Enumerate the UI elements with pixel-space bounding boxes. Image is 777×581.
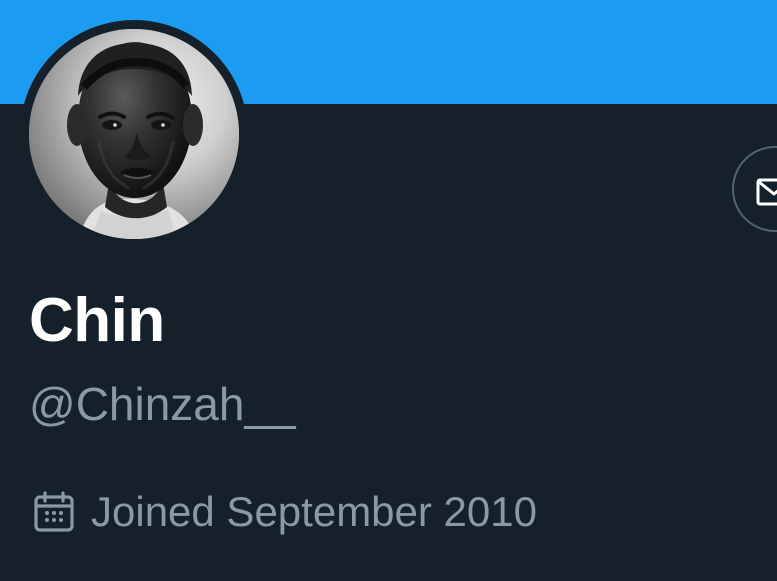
profile-screen: Chin @Chinzah__ Joined September 2010 <box>0 0 777 581</box>
calendar-icon <box>34 491 74 532</box>
avatar[interactable] <box>29 29 239 239</box>
message-button[interactable] <box>732 146 777 232</box>
envelope-icon <box>756 178 777 206</box>
joined-date-row: Joined September 2010 <box>31 484 537 540</box>
joined-date: Joined September 2010 <box>91 488 537 535</box>
avatar-photo <box>29 29 239 239</box>
profile-handle: @Chinzah__ <box>29 378 296 430</box>
display-name: Chin <box>29 286 165 355</box>
